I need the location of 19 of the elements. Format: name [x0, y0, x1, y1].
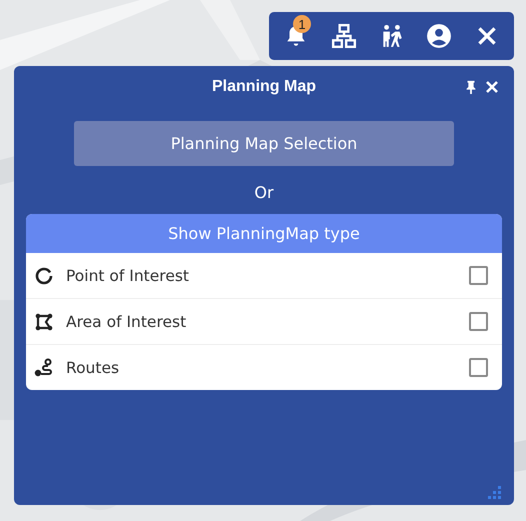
type-label: Point of Interest	[66, 266, 190, 284]
type-label: Routes	[66, 358, 120, 376]
account-icon	[426, 23, 452, 49]
resize-handle-icon[interactable]	[488, 485, 502, 499]
panel-title: Planning Map	[212, 78, 316, 96]
separator-text: Or	[254, 183, 274, 202]
checkbox[interactable]	[469, 266, 488, 285]
section-header: Show PlanningMap type	[26, 214, 502, 253]
pin-icon[interactable]	[464, 80, 478, 94]
notification-count: 1	[293, 15, 311, 33]
polygon-icon	[34, 312, 54, 332]
circle-icon	[34, 266, 54, 286]
planning-map-selection-button[interactable]: Planning Map Selection	[74, 121, 454, 166]
checkbox[interactable]	[469, 312, 488, 331]
close-icon[interactable]	[484, 79, 500, 95]
type-label: Area of Interest	[66, 312, 188, 330]
route-icon	[34, 358, 54, 378]
checkbox[interactable]	[469, 358, 488, 377]
network-icon	[330, 23, 357, 49]
